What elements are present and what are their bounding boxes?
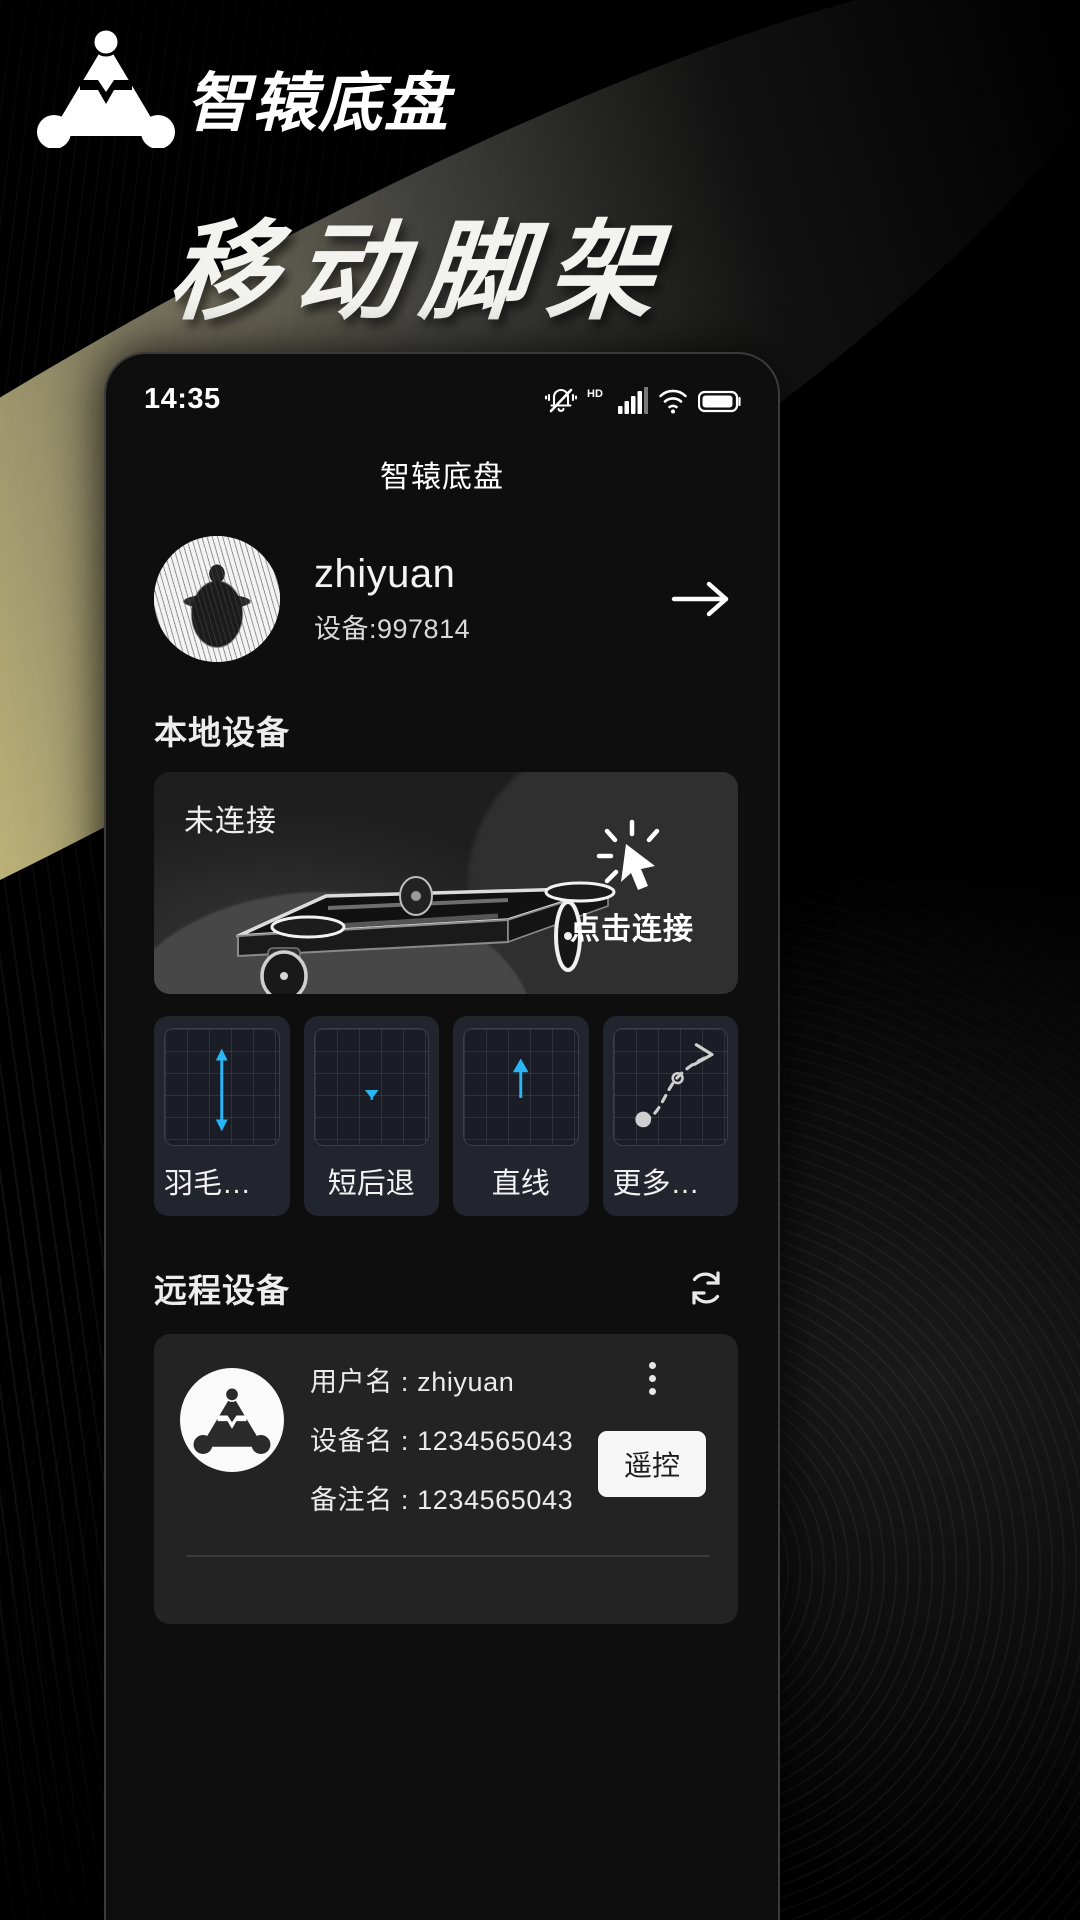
app-title: 智辕底盘 [380,461,504,494]
profile-row[interactable]: zhiyuan 设备:997814 [154,536,738,662]
trajectory-label-2: 直线 [491,1168,550,1200]
refresh-button[interactable] [678,1260,734,1316]
triangle-chassis-logo-icon [193,1386,271,1454]
trajectory-list: 羽毛球推... 短后退 [154,1016,738,1216]
refresh-icon [692,1271,720,1305]
trajectory-thumb-1 [313,1028,429,1146]
short-backward-icon [364,1089,379,1100]
local-device-card[interactable]: 未连接 点击连接 [154,772,738,994]
remote-device-card[interactable]: 用户名 : zhiyuan 设备名 : 1234565043 备注名 : 123… [154,1334,738,1624]
long-forward-line-icon [215,1048,228,1132]
battery-icon [698,390,741,413]
trajectory-label-0: 羽毛球推... [164,1168,280,1200]
remote-device-avatar [180,1368,284,1472]
curved-path-icon [634,1043,714,1128]
remote-card-divider [186,1555,710,1557]
mute-bell-icon [544,388,578,413]
profile-username: zhiyuan [314,552,456,596]
arrow-right-icon [671,581,729,617]
trajectory-card-3[interactable]: 更多轨迹 [602,1016,738,1216]
local-section-title: 本地设备 [154,714,290,751]
trajectory-card-1[interactable]: 短后退 [303,1016,439,1216]
trajectory-thumb-0 [164,1028,280,1146]
remote-device-actions: 遥控 [592,1356,712,1497]
poster-root: 智辕底盘 移动脚架 14:35 HD 智辕底盘 zhiyuan 设备:99781… [0,0,1080,1920]
profile-device-id: 设备:997814 [314,614,471,644]
trajectory-thumb-2 [463,1028,579,1146]
phone-screen: 14:35 HD 智辕底盘 zhiyuan 设备:997814 本地设备 未连接… [104,352,780,1920]
remote-section-title: 远程设备 [154,1272,290,1309]
profile-detail-button[interactable] [664,578,738,620]
cellular-signal-icon [618,387,648,414]
trajectory-thumb-3 [612,1028,728,1146]
remote-section-header: 远程设备 [154,1260,734,1316]
connect-cta[interactable]: 点击连接 [544,818,720,948]
click-cursor-icon [596,819,660,890]
status-bar: 14:35 HD [106,354,778,430]
triangle-chassis-logo-icon [37,28,175,148]
avatar [154,536,280,662]
brand-logo [36,28,176,148]
profile-text: zhiyuan 设备:997814 [314,552,664,646]
trajectory-card-0[interactable]: 羽毛球推... [154,1016,290,1216]
hd-icon: HD [587,388,603,400]
wifi-icon [659,389,687,414]
remote-control-button[interactable]: 遥控 [597,1431,706,1497]
trajectory-label-1: 短后退 [327,1168,415,1200]
status-bar-icons: HD [544,382,744,416]
poster-hero-title: 移动脚架 [163,209,679,335]
svg-text:HD: HD [587,388,603,400]
poster-brand-title: 智辕底盘 [186,67,450,141]
straight-line-icon [512,1058,529,1098]
status-bar-clock: 14:35 [144,382,221,415]
more-vertical-icon[interactable] [635,1356,670,1401]
trajectory-label-3: 更多轨迹 [612,1168,729,1200]
trajectory-card-2[interactable]: 直线 [453,1016,589,1216]
connect-label: 点击连接 [570,913,694,946]
local-device-status: 未连接 [184,805,277,838]
